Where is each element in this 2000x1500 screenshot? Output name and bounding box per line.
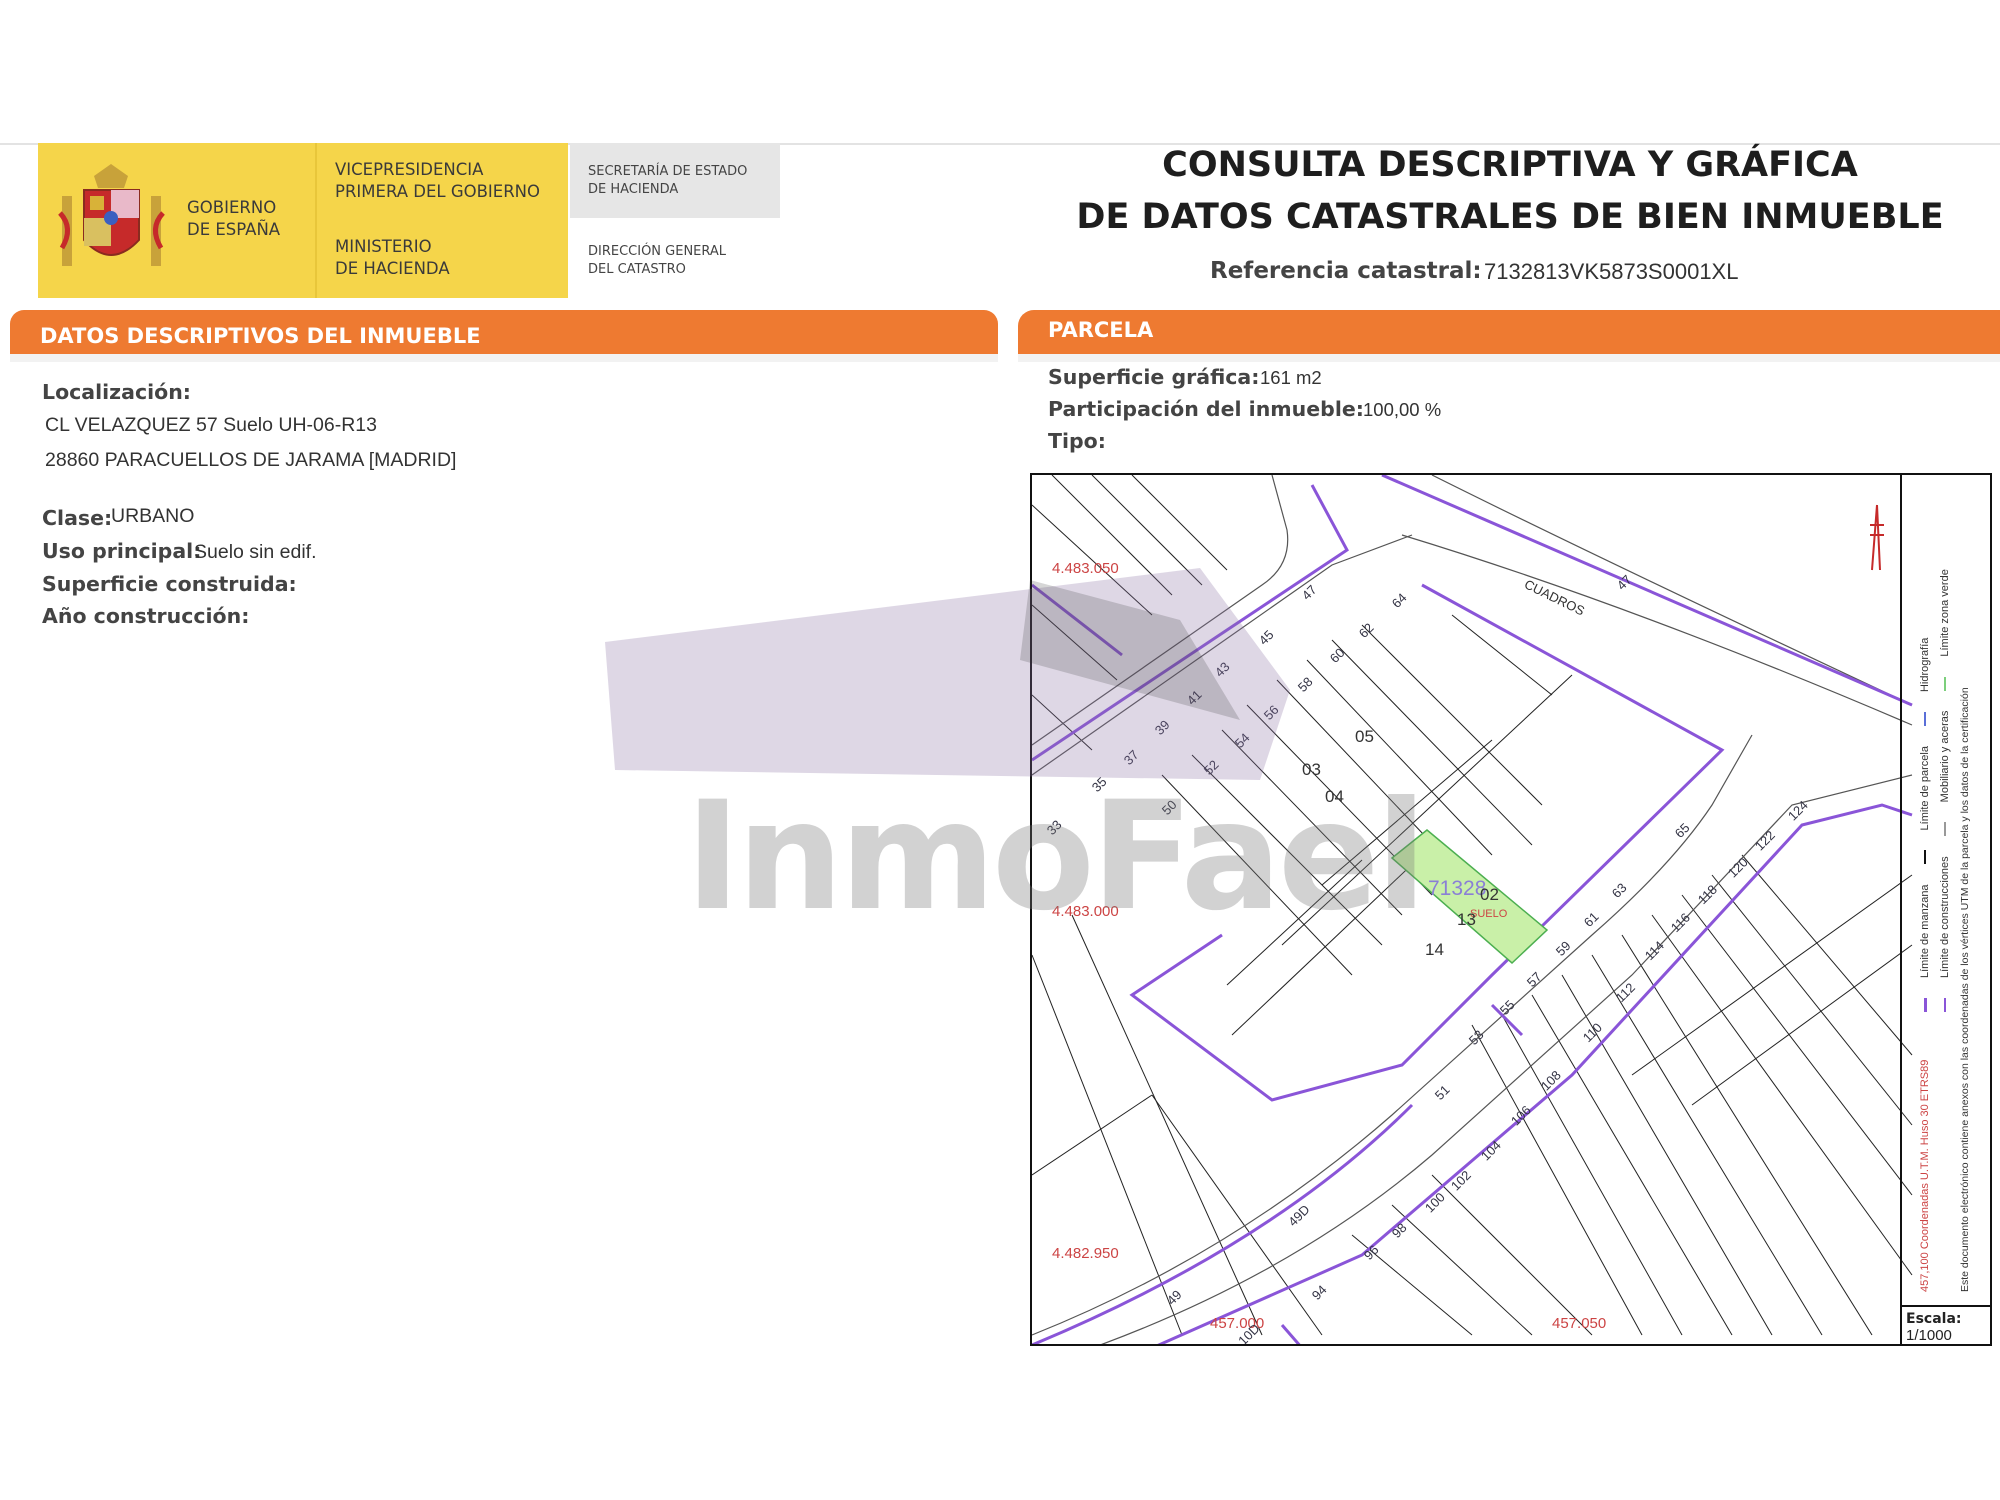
coord-label: 4.483.000 [1052,903,1119,920]
clase-value: URBANO [111,505,195,527]
uso-label: Uso principal: [42,539,202,563]
participacion-label: Participación del inmueble: [1048,397,1364,421]
lot-number: 05 [1355,727,1374,746]
secretaria-line2: DE HACIENDA [588,182,679,197]
cadastral-map: 4.483.050 4.483.000 4.482.950 457.000 45… [1030,473,1992,1346]
tipo-label: Tipo: [1048,429,1106,453]
gobierno-line1: GOBIERNO [187,198,277,217]
legend-construcciones: Límite de construcciones [1939,856,1951,978]
coord-label: 4.482.950 [1052,1245,1119,1262]
lot-number: 14 [1425,940,1444,959]
parcel-reference: 71328 [1428,877,1487,900]
referencia-label: Referencia catastral: [1210,258,1482,284]
superficie-construida-label: Superficie construida: [42,572,297,596]
legend-zona-verde-swatch [1944,676,1946,691]
vicepresidencia-label: VICEPRESIDENCIA PRIMERA DEL GOBIERNO [335,159,540,203]
gobierno-line2: DE ESPAÑA [187,220,281,239]
lot-number: 04 [1325,787,1344,806]
participacion-value: 100,00 % [1363,399,1442,420]
superficie-grafica-label: Superficie gráfica: [1048,365,1260,389]
scale-label: Escala: [1906,1311,1962,1327]
coat-of-arms-icon [58,164,165,266]
legend-zona-verde: Límite zona verde [1939,569,1951,657]
legend-document-note: Este documento electrónico contiene anex… [1959,687,1971,1292]
legend-row1: 457,100 Coordenadas U.T.M. Huso 30 ETRS8… [1915,532,1935,1292]
scale-value: 1/1000 [1906,1327,1952,1344]
legend-parcela-swatch [1924,850,1926,865]
legend-parcela: Límite de parcela [1919,746,1931,831]
lot-number: 03 [1302,760,1321,779]
localizacion-label: Localización: [42,380,192,404]
secretaria-label: SECRETARÍA DE ESTADO DE HACIENDA [588,163,747,199]
right-section-title: PARCELA [1048,318,1154,342]
direccion-line1: DIRECCIÓN GENERAL [588,244,727,259]
legend-hidrografia-swatch [1924,712,1926,727]
map-legend: 457,100 Coordenadas U.T.M. Huso 30 ETRS8… [1902,480,1992,1300]
ministerio-label: MINISTERIO DE HACIENDA [335,236,450,280]
legend-construcciones-swatch [1944,998,1946,1012]
lot-number: 13 [1457,910,1476,929]
left-section-header: DATOS DESCRIPTIVOS DEL INMUEBLE [10,310,998,354]
gobierno-label: GOBIERNO DE ESPAÑA [187,197,280,241]
secretaria-line1: SECRETARÍA DE ESTADO [588,164,748,179]
scale-box: Escala: 1/1000 [1900,1305,1992,1348]
legend-rotated: 457,100 Coordenadas U.T.M. Huso 30 ETRS8… [1915,532,1975,1292]
document-title-line2: DE DATOS CATASTRALES DE BIEN INMUEBLE [1076,197,1944,237]
clase-label: Clase: [42,506,113,530]
uso-value: Suelo sin edif. [194,541,317,563]
right-section-header: PARCELA [1018,310,2000,354]
legend-mobiliario: Mobiliario y aceras [1939,710,1951,803]
vicepresidencia-line1: VICEPRESIDENCIA [335,160,484,179]
parcel-number: 02 [1480,885,1499,904]
vicepresidencia-line2: PRIMERA DEL GOBIERNO [335,182,541,201]
legend-manzana-swatch [1923,998,1927,1012]
legend-row2: Límite de construcciones Mobiliario y ac… [1935,532,1955,1292]
legend-coordinates-note: 457,100 Coordenadas U.T.M. Huso 30 ETRS8… [1919,1059,1931,1292]
map-drawing [1032,475,1913,1344]
address-line2: 28860 PARACUELLOS DE JARAMA [MADRID] [45,449,457,471]
legend-mobiliario-swatch [1944,822,1946,837]
left-section-title: DATOS DESCRIPTIVOS DEL INMUEBLE [40,324,481,348]
referencia-value: 7132813VK5873S0001XL [1484,259,1739,284]
coord-label: 4.483.050 [1052,560,1119,577]
anio-construccion-label: Año construcción: [42,604,250,628]
address-line1: CL VELAZQUEZ 57 Suelo UH-06-R13 [45,414,377,436]
legend-manzana: Límite de manzana [1919,884,1931,978]
ministerio-line2: DE HACIENDA [335,259,450,278]
document-title-line1: CONSULTA DESCRIPTIVA Y GRÁFICA [1162,145,1858,185]
legend-hidrografia: Hidrografía [1919,637,1931,693]
ministerio-line1: MINISTERIO [335,237,432,256]
direccion-label: DIRECCIÓN GENERAL DEL CATASTRO [588,243,726,279]
coord-label: 457.050 [1552,1315,1607,1332]
direccion-line2: DEL CATASTRO [588,262,686,277]
logo-divider [315,143,317,298]
superficie-grafica-value: 161 m2 [1260,367,1322,388]
